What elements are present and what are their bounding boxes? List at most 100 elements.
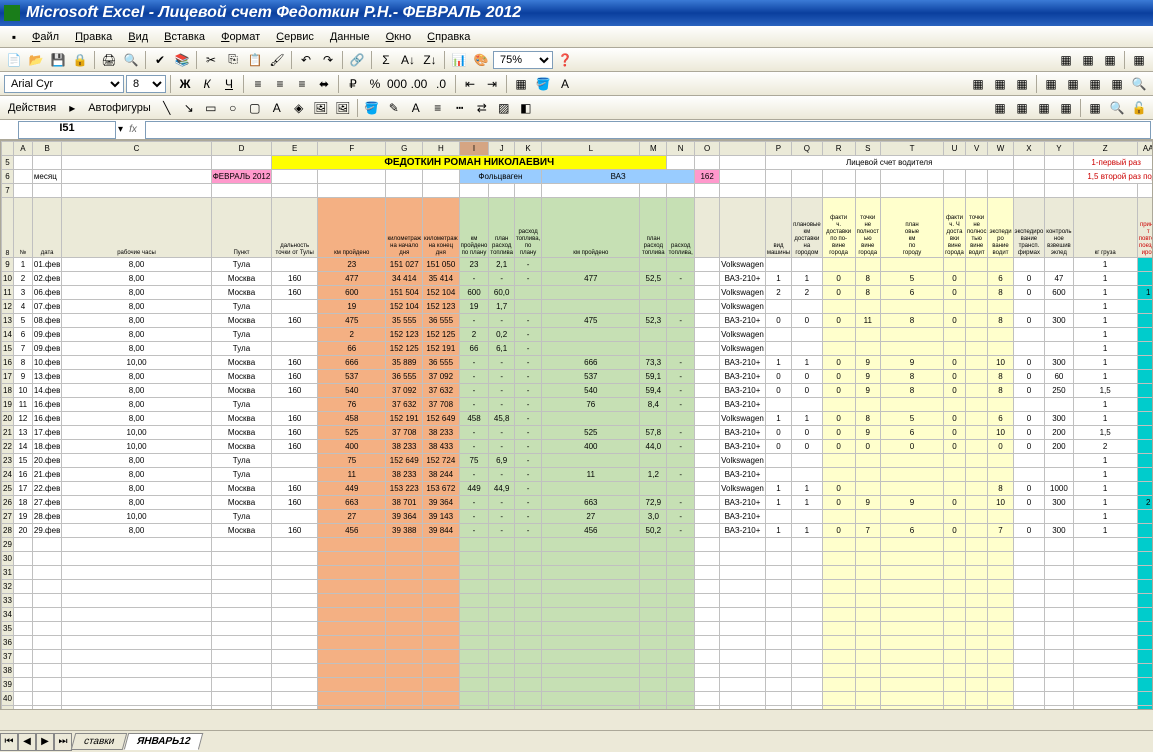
cell[interactable]: 18.фев	[32, 440, 61, 454]
cell[interactable]: -	[667, 524, 695, 538]
cell[interactable]: 13.фев	[32, 370, 61, 384]
cell[interactable]: ВАЗ-210+	[720, 440, 766, 454]
cell[interactable]: 250	[1045, 384, 1073, 398]
cell[interactable]: 449	[318, 482, 386, 496]
cell[interactable]: -	[514, 342, 541, 356]
cell[interactable]: ВАЗ-210+	[720, 524, 766, 538]
first-tab-icon[interactable]: ⏮	[0, 733, 18, 751]
cell[interactable]: Тула	[211, 398, 272, 412]
cell[interactable]: 10.фев	[32, 356, 61, 370]
dv-icon-2[interactable]: ▦	[990, 74, 1010, 94]
cell[interactable]	[822, 342, 855, 356]
cell[interactable]	[765, 258, 791, 272]
cell[interactable]: 152 104	[423, 286, 460, 300]
menu-edit[interactable]: Правка	[67, 28, 120, 46]
cell[interactable]: 37 092	[386, 384, 423, 398]
font-color-icon[interactable]: A	[555, 74, 575, 94]
cell[interactable]: 600	[459, 286, 489, 300]
cell[interactable]	[667, 454, 695, 468]
dv-icon-6[interactable]: ▦	[1085, 74, 1105, 94]
cell[interactable]: 35 889	[386, 356, 423, 370]
cell[interactable]	[880, 342, 943, 356]
cell[interactable]: 8	[880, 370, 943, 384]
cell[interactable]	[880, 258, 943, 272]
cell[interactable]: 6	[880, 426, 943, 440]
cell[interactable]: 2	[1073, 440, 1137, 454]
cell[interactable]: 6	[988, 272, 1013, 286]
cell[interactable]	[1013, 468, 1045, 482]
cell[interactable]	[695, 356, 720, 370]
cell[interactable]: 0	[944, 286, 966, 300]
cell[interactable]: 11	[318, 468, 386, 482]
cell[interactable]: 07.фев	[32, 300, 61, 314]
fill-color-icon[interactable]: 🪣	[533, 74, 553, 94]
cell[interactable]: 1,5	[1073, 426, 1137, 440]
cell[interactable]: -	[459, 510, 489, 524]
cell[interactable]	[988, 328, 1013, 342]
cell[interactable]: 152 191	[423, 342, 460, 356]
cell[interactable]	[695, 272, 720, 286]
cell[interactable]: 0	[944, 524, 966, 538]
cell[interactable]: -	[489, 398, 515, 412]
cell[interactable]: Москва	[211, 314, 272, 328]
cell[interactable]: 8,00	[62, 468, 211, 482]
cell[interactable]	[272, 300, 318, 314]
cell[interactable]: -	[514, 356, 541, 370]
ex-icon[interactable]: ▦	[990, 98, 1010, 118]
cell[interactable]	[822, 510, 855, 524]
cell[interactable]: 153 223	[386, 482, 423, 496]
cell[interactable]: 151 504	[386, 286, 423, 300]
cell[interactable]: 0	[765, 384, 791, 398]
cell[interactable]: 10,00	[62, 440, 211, 454]
cell[interactable]: 537	[542, 370, 640, 384]
cell[interactable]: 0	[1013, 496, 1045, 510]
cell[interactable]: -	[489, 468, 515, 482]
cell[interactable]	[542, 286, 640, 300]
cell[interactable]: 66	[459, 342, 489, 356]
cell[interactable]	[1137, 328, 1153, 342]
cell[interactable]: 300	[1045, 524, 1073, 538]
cell[interactable]: 5	[880, 272, 943, 286]
cell[interactable]: -	[667, 440, 695, 454]
ex-icon-6[interactable]: 🔍	[1107, 98, 1127, 118]
cell[interactable]: 160	[272, 356, 318, 370]
dash-icon[interactable]: ┅	[450, 98, 470, 118]
percent-icon[interactable]: %	[365, 74, 385, 94]
cell[interactable]: 29.фев	[32, 524, 61, 538]
drawing-icon[interactable]: 🎨	[471, 50, 491, 70]
cell[interactable]: 39 143	[423, 510, 460, 524]
cell[interactable]: -	[667, 426, 695, 440]
sheet-tab-stavki[interactable]: ставки	[71, 733, 128, 750]
cell[interactable]: 666	[542, 356, 640, 370]
cell[interactable]	[695, 258, 720, 272]
cell[interactable]: 0	[765, 440, 791, 454]
dv-icon-8[interactable]: 🔍	[1129, 74, 1149, 94]
cell[interactable]: 200	[1045, 426, 1073, 440]
cell[interactable]: 0	[944, 314, 966, 328]
cell[interactable]	[667, 482, 695, 496]
cell[interactable]	[855, 328, 880, 342]
cell[interactable]: 0	[944, 412, 966, 426]
cell[interactable]	[1137, 524, 1153, 538]
italic-icon[interactable]: К	[197, 74, 217, 94]
cell[interactable]: 22.фев	[32, 482, 61, 496]
cell[interactable]: -	[489, 510, 515, 524]
cell[interactable]	[542, 258, 640, 272]
cell[interactable]	[695, 454, 720, 468]
cell[interactable]: 8,00	[62, 482, 211, 496]
shadow-icon[interactable]: ▨	[494, 98, 514, 118]
cell[interactable]: 0	[822, 426, 855, 440]
cell[interactable]: -	[514, 524, 541, 538]
cell[interactable]	[640, 482, 667, 496]
cell[interactable]	[272, 510, 318, 524]
cell[interactable]: 5	[880, 412, 943, 426]
cell[interactable]: Москва	[211, 370, 272, 384]
cell[interactable]: -	[489, 356, 515, 370]
oval-icon[interactable]: ○	[223, 98, 243, 118]
cell[interactable]: 20	[13, 524, 32, 538]
cell[interactable]	[880, 510, 943, 524]
cell[interactable]: 39 844	[423, 524, 460, 538]
cell[interactable]: -	[459, 398, 489, 412]
cell[interactable]: 16.фев	[32, 412, 61, 426]
cell[interactable]: 0	[765, 426, 791, 440]
